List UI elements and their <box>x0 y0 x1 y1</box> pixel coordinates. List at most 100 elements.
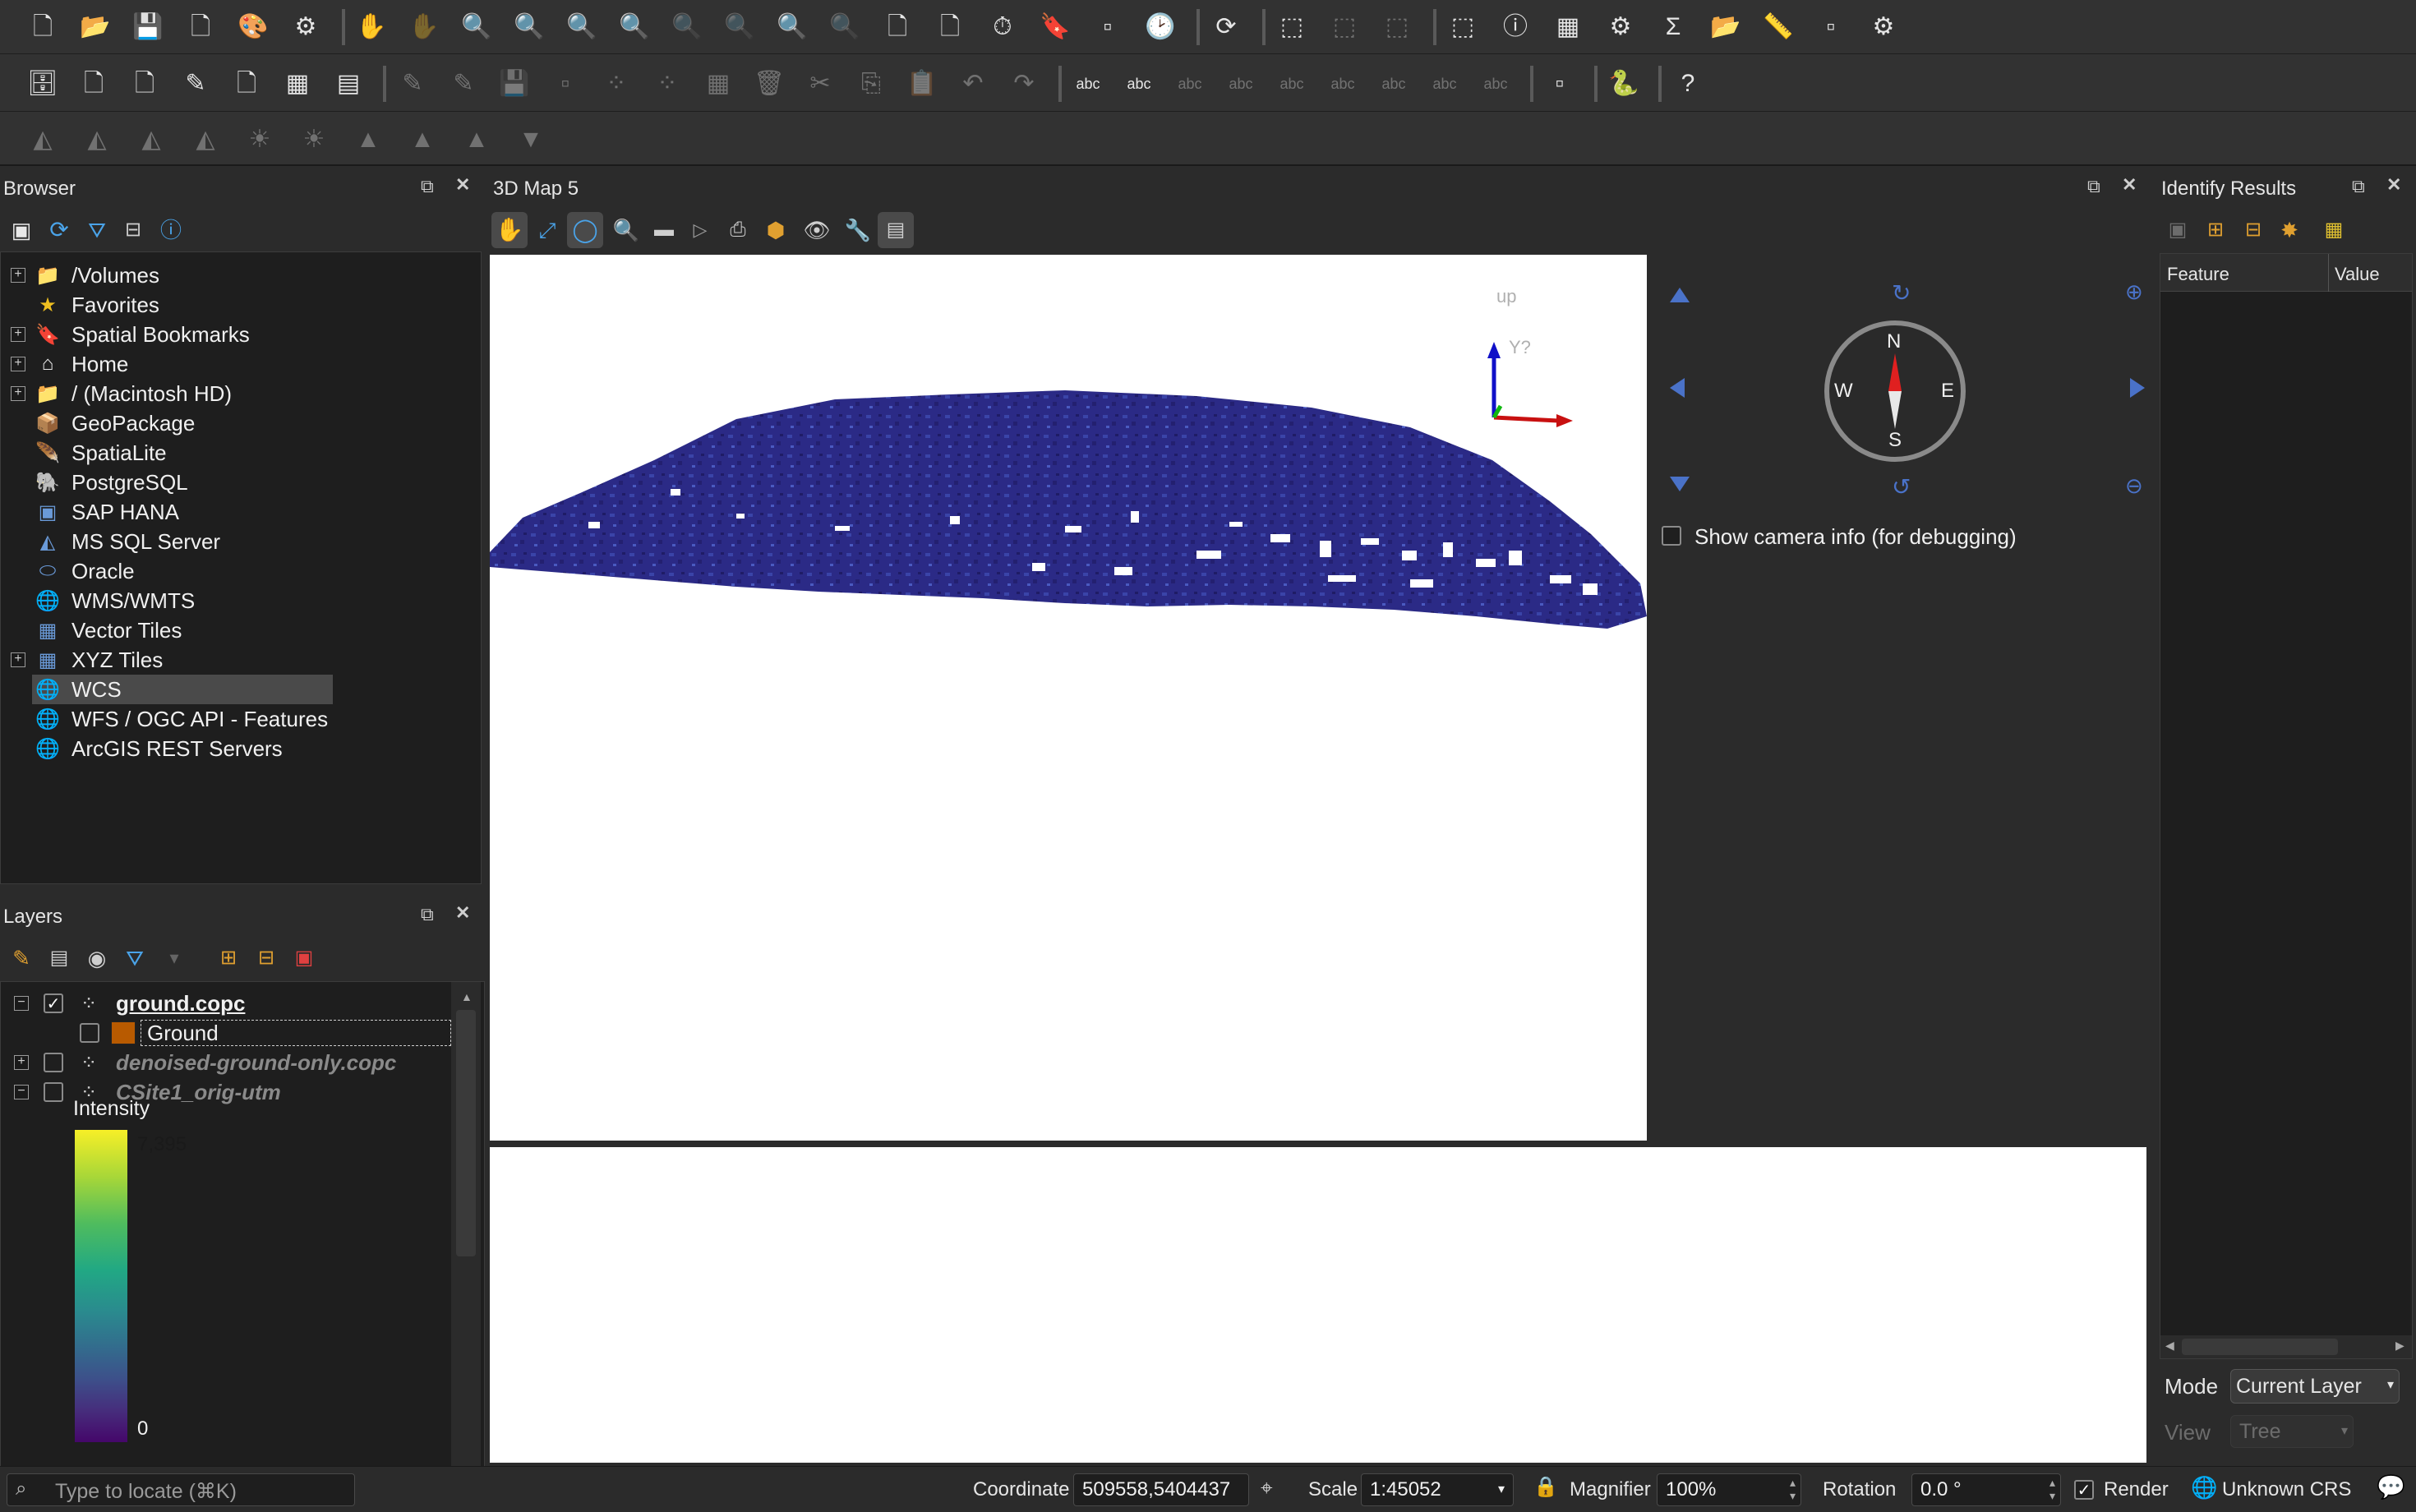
data-source-manager-icon[interactable]: 🗄 <box>25 66 61 102</box>
close-panel-icon[interactable]: ✕ <box>2386 174 2401 196</box>
close-panel-icon[interactable]: ✕ <box>455 174 470 196</box>
float-panel-icon[interactable]: ⧉ <box>2087 176 2100 197</box>
filter-legend-icon[interactable]: ⛛ <box>117 940 153 976</box>
expand-new-icon[interactable]: ✸ <box>2271 212 2308 248</box>
close-panel-icon[interactable]: ✕ <box>2122 174 2137 196</box>
pan-up-button[interactable] <box>1670 288 1690 302</box>
temporal-controller-icon[interactable]: ⏱ <box>984 9 1021 45</box>
label-show-icon[interactable]: abc <box>1478 66 1514 102</box>
open-project-icon[interactable]: 📂 <box>77 9 113 45</box>
zoom-to-selection-icon[interactable]: 🔍 <box>616 9 652 45</box>
filter-expression-icon[interactable]: ▾ <box>156 940 192 976</box>
arrow-down-icon[interactable]: ▼ <box>513 122 549 158</box>
refresh-icon[interactable]: ⟳ <box>41 212 77 248</box>
identify-icon[interactable]: ⓘ <box>1497 9 1533 45</box>
clock-icon[interactable]: 🕑 <box>1142 9 1178 45</box>
pan-icon[interactable]: ✋ <box>353 9 390 45</box>
browser-item[interactable]: 🪶 SpatiaLite <box>1 438 482 468</box>
new-3d-map-icon[interactable]: 🗋 <box>932 9 968 45</box>
triangle-down-icon[interactable]: ▲ <box>404 122 440 158</box>
processing-icon[interactable]: ⚙ <box>288 9 324 45</box>
scroll-left-icon[interactable]: ◀ <box>2165 1339 2174 1353</box>
export-3d-scene-icon[interactable]: ⬢ <box>758 212 794 248</box>
pan-down-button[interactable] <box>1670 477 1690 491</box>
label-edit-icon[interactable]: abc <box>1427 66 1463 102</box>
show-bookmarks-icon[interactable]: ▫ <box>1090 9 1126 45</box>
globe-icon[interactable]: 🌐 <box>2191 1475 2217 1500</box>
select-location-icon[interactable]: ⬚ <box>1445 9 1481 45</box>
filter-icon[interactable]: ⛛ <box>79 212 115 248</box>
node-tool-icon[interactable]: ⁘ <box>649 66 685 102</box>
configure-icon[interactable]: 🔧 <box>840 212 876 248</box>
help-icon[interactable]: ? <box>1670 66 1706 102</box>
zoom-native-icon[interactable]: 🔍 <box>722 9 758 45</box>
triangle-icon[interactable]: ▲ <box>350 122 386 158</box>
zoom-next-icon[interactable]: 🔍 <box>827 9 863 45</box>
vertex-tool-icon[interactable]: ⁘ <box>598 66 634 102</box>
toggle-extents-icon[interactable]: ⌖ <box>1261 1475 1273 1501</box>
browser-item[interactable]: ★ Favorites <box>1 290 482 320</box>
remove-layer-icon[interactable]: ▣ <box>286 940 322 976</box>
messages-icon[interactable]: 💬 <box>2377 1473 2405 1500</box>
layer-visibility-checkbox[interactable] <box>44 1082 63 1102</box>
float-panel-icon[interactable]: ⧉ <box>421 904 434 925</box>
new-print-layout-icon[interactable]: 🗋 <box>182 9 219 45</box>
browser-item[interactable]: 🌐 WFS / OGC API - Features <box>1 704 482 734</box>
expand-icon[interactable]: + <box>14 1055 29 1070</box>
expand-icon[interactable]: + <box>11 327 25 342</box>
add-group-icon[interactable]: ▤ <box>41 940 77 976</box>
zoom-last-icon[interactable]: 🔍 <box>774 9 810 45</box>
save-project-icon[interactable]: 💾 <box>130 9 166 45</box>
browser-item[interactable]: + 🔖 Spatial Bookmarks <box>1 320 482 349</box>
pan-left-button[interactable] <box>1670 378 1685 398</box>
deselect-icon[interactable]: ⬚ <box>1379 9 1415 45</box>
zoom-out-icon[interactable]: 🔍 <box>511 9 547 45</box>
settings-icon[interactable]: ⚙ <box>1602 9 1639 45</box>
coordinate-field[interactable]: 509558,5404437 <box>1073 1473 1249 1506</box>
layer-item[interactable]: − ✓ ⁘ ground.copc <box>1 989 451 1018</box>
new-geopackage-icon[interactable]: 🗋 <box>76 66 112 102</box>
browser-item[interactable]: + 📁 /Volumes <box>1 260 482 290</box>
browser-item[interactable]: ◭ MS SQL Server <box>1 527 482 556</box>
select-by-expression-icon[interactable]: ⬚ <box>1326 9 1362 45</box>
browser-item[interactable]: 🐘 PostgreSQL <box>1 468 482 497</box>
browser-item[interactable]: 🌐 ArcGIS REST Servers <box>1 734 482 763</box>
expand-icon[interactable]: + <box>11 357 25 371</box>
class-visibility-checkbox[interactable] <box>80 1023 99 1043</box>
mode-select[interactable]: Current Layer ▾ <box>2230 1369 2400 1404</box>
zoom-full-icon[interactable]: 🔍 <box>564 9 600 45</box>
browser-item[interactable]: ▦ Vector Tiles <box>1 615 482 645</box>
crs-label[interactable]: Unknown CRS <box>2222 1478 2351 1501</box>
zoom-in-icon[interactable]: ⊕ <box>2125 279 2143 305</box>
new-virtual-layer-icon[interactable]: 🗋 <box>228 66 265 102</box>
camera-view-icon[interactable]: 👁 <box>799 212 835 248</box>
identify-results-icon[interactable]: ▣ <box>2160 212 2196 248</box>
animations-icon[interactable]: ▷ <box>682 212 718 248</box>
map-tips-icon[interactable]: ▫ <box>1813 9 1849 45</box>
locate-bar[interactable]: ⌕ Type to locate (⌘K) <box>7 1473 355 1506</box>
scroll-right-icon[interactable]: ▶ <box>2395 1339 2404 1353</box>
label-pin-icon[interactable]: abc <box>1121 66 1157 102</box>
browser-item[interactable]: + 📁 / (Macintosh HD) <box>1 379 482 408</box>
zoom-full-icon[interactable]: ⤢ <box>529 212 565 248</box>
copy-icon[interactable]: ⎘ <box>853 66 889 102</box>
sun-alt-icon[interactable]: ☀ <box>296 122 332 158</box>
layer-item[interactable]: + ⁘ denoised-ground-only.copc <box>1 1048 451 1077</box>
slope-icon[interactable]: ◭ <box>187 122 224 158</box>
manage-visibility-icon[interactable]: ◉ <box>79 940 115 976</box>
browser-item[interactable]: 🌐 WMS/WMTS <box>1 586 482 615</box>
label-change-icon[interactable]: abc <box>1376 66 1412 102</box>
triangle-up-icon[interactable]: ▲ <box>459 122 495 158</box>
tilt-down-icon[interactable]: ↺ <box>1892 473 1911 500</box>
add-polygon-icon[interactable]: ▫ <box>547 66 583 102</box>
zoom-out-icon[interactable]: ⊖ <box>2125 473 2143 499</box>
vector-layer-icon[interactable]: ▤ <box>330 66 367 102</box>
qgis-server-icon[interactable]: ▫ <box>1542 66 1578 102</box>
collapse-all-icon[interactable]: ⊟ <box>115 212 151 248</box>
sun-icon[interactable]: ☀ <box>242 122 278 158</box>
layers-scrollbar[interactable]: ▲ ▼ <box>451 982 481 1512</box>
hillshade-icon[interactable]: ◭ <box>133 122 169 158</box>
open-field-calculator-icon[interactable]: 📂 <box>1708 9 1744 45</box>
camera-info-checkbox[interactable] <box>1662 526 1681 546</box>
add-selected-layers-icon[interactable]: ▣ <box>3 212 39 248</box>
